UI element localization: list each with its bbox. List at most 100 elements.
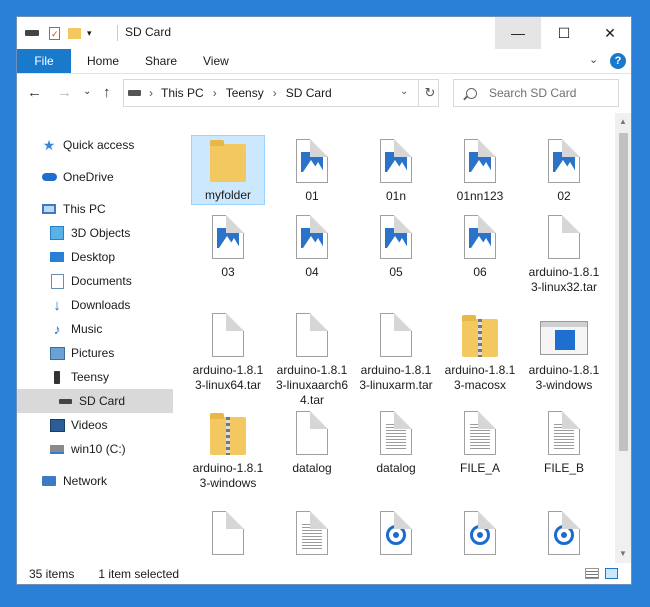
sidebar-item-teensy[interactable]: Teensy — [17, 365, 173, 389]
search-input[interactable]: Search SD Card — [489, 86, 576, 100]
drive-icon — [25, 30, 39, 36]
address-dropdown-icon[interactable]: ⌄ — [400, 86, 408, 97]
file-item[interactable]: arduino-1.8.13-windows — [191, 409, 265, 491]
scroll-up-icon[interactable]: ▲ — [619, 117, 627, 126]
title-bar: ✓ ▾ SD Card — ☐ ✕ — [17, 17, 631, 49]
sidebar-item-label: Teensy — [71, 370, 110, 384]
sidebar-item-label: Documents — [71, 274, 132, 288]
file-item[interactable]: arduino-1.8.13-linux64.tar — [191, 311, 265, 393]
disk-icon — [49, 441, 65, 457]
breadcrumb-separator: › — [212, 86, 217, 100]
tab-home[interactable]: Home — [87, 49, 119, 73]
file-name: arduino-1.8.13-windows — [528, 363, 600, 392]
sidebar-item-onedrive[interactable]: OneDrive — [17, 165, 173, 189]
sidebar-item-label: 3D Objects — [71, 226, 131, 240]
file-name: 01nn123 — [456, 189, 504, 203]
file-name: 05 — [389, 265, 403, 279]
drive-icon — [57, 393, 73, 409]
navigation-pane: ★ Quick access OneDrive This PC 3D Objec… — [17, 121, 187, 561]
file-name: datalog — [292, 461, 332, 475]
forward-icon[interactable]: → — [57, 84, 72, 101]
sidebar-item-label: OneDrive — [63, 170, 114, 184]
file-item[interactable]: 01 — [275, 137, 349, 204]
tab-share[interactable]: Share — [145, 49, 177, 73]
sidebar-item-network[interactable]: Network — [17, 469, 173, 493]
file-item[interactable]: datalog — [359, 409, 433, 476]
sidebar-item-label: Pictures — [71, 346, 115, 360]
new-folder-icon[interactable] — [68, 27, 81, 39]
address-bar[interactable]: › This PC › Teensy › SD Card ⌄ ↻ — [123, 79, 439, 107]
zip-folder-icon — [456, 313, 504, 361]
file-item[interactable]: 02 — [527, 137, 601, 204]
device-icon — [49, 369, 65, 385]
file-list: myfolder 01 01n 01nn123 02 03 04 05 06 arduino-1.… — [189, 119, 615, 563]
file-item[interactable]: myfile — [275, 509, 349, 563]
sidebar-item-pictures[interactable]: Pictures — [17, 341, 173, 365]
crumb-teensy[interactable]: Teensy — [226, 86, 264, 100]
scrollbar-thumb[interactable] — [619, 133, 628, 451]
quick-access-toolbar: ✓ ▾ — [25, 25, 92, 41]
file-icon — [288, 313, 336, 361]
zip-folder-icon — [204, 411, 252, 459]
sidebar-item-win10[interactable]: win10 (C:) — [17, 437, 173, 461]
maximize-button[interactable]: ☐ — [541, 17, 587, 49]
sidebar-item-downloads[interactable]: ↓ Downloads — [17, 293, 173, 317]
file-item[interactable]: 06 — [443, 213, 517, 280]
refresh-button[interactable]: ↻ — [418, 80, 441, 106]
file-item[interactable]: 03 — [191, 213, 265, 280]
cloud-icon — [41, 169, 57, 185]
customize-toolbar-icon[interactable]: ▾ — [87, 28, 92, 39]
file-item[interactable]: myfolder — [191, 135, 265, 205]
file-item[interactable]: 01nn123 — [443, 137, 517, 204]
file-item[interactable]: mtpindex — [191, 509, 265, 563]
breadcrumb-separator: › — [272, 86, 277, 100]
help-icon[interactable]: ? — [610, 53, 626, 69]
file-item[interactable]: arduino-1.8.13-windows — [527, 311, 601, 393]
sidebar-item-desktop[interactable]: Desktop — [17, 245, 173, 269]
properties-icon[interactable]: ✓ — [49, 26, 60, 40]
title-separator — [117, 25, 118, 41]
up-icon[interactable]: ↑ — [103, 84, 111, 101]
back-icon[interactable]: ← — [27, 84, 42, 101]
file-item[interactable]: FILE_A — [443, 409, 517, 476]
close-button[interactable]: ✕ — [587, 17, 631, 49]
vertical-scrollbar[interactable]: ▲ ▼ — [615, 113, 631, 563]
sidebar-item-videos[interactable]: Videos — [17, 413, 173, 437]
file-item[interactable]: num2 — [443, 509, 517, 563]
file-icon — [540, 215, 588, 263]
file-item[interactable]: 01n — [359, 137, 433, 204]
expand-ribbon-icon[interactable]: ⌄ — [589, 53, 598, 66]
file-item[interactable]: num3 — [527, 509, 601, 563]
file-item[interactable]: FILE_B — [527, 409, 601, 476]
sidebar-item-sd-card[interactable]: SD Card — [17, 389, 173, 413]
minimize-button[interactable]: — — [495, 17, 541, 49]
sidebar-item-3d-objects[interactable]: 3D Objects — [17, 221, 173, 245]
tab-view[interactable]: View — [203, 49, 229, 73]
file-item[interactable]: num1 — [359, 509, 433, 563]
file-item[interactable]: arduino-1.8.13-macosx — [443, 311, 517, 393]
file-item[interactable]: arduino-1.8.13-linux32.tar — [527, 213, 601, 295]
file-name: 04 — [305, 265, 319, 279]
file-item[interactable]: 05 — [359, 213, 433, 280]
file-item[interactable]: datalog — [275, 409, 349, 476]
search-box[interactable]: Search SD Card — [453, 79, 619, 107]
sidebar-item-documents[interactable]: Documents — [17, 269, 173, 293]
large-icons-view-icon[interactable] — [605, 568, 618, 579]
crumb-sd-card[interactable]: SD Card — [286, 86, 332, 100]
sidebar-item-quick-access[interactable]: ★ Quick access — [17, 133, 173, 157]
file-item[interactable]: 04 — [275, 213, 349, 280]
sidebar-item-label: Quick access — [63, 138, 135, 152]
window-title: SD Card — [125, 25, 172, 39]
file-name: 02 — [557, 189, 571, 203]
file-item[interactable]: arduino-1.8.13-linuxarm.tar — [359, 311, 433, 393]
file-name: arduino-1.8.13-windows — [192, 461, 264, 490]
sidebar-item-music[interactable]: ♪ Music — [17, 317, 173, 341]
recent-locations-icon[interactable]: ⌄ — [83, 86, 91, 97]
scroll-down-icon[interactable]: ▼ — [619, 549, 627, 558]
sidebar-item-this-pc[interactable]: This PC — [17, 197, 173, 221]
details-view-icon[interactable] — [585, 568, 599, 579]
tab-file[interactable]: File — [17, 49, 71, 73]
file-item[interactable]: arduino-1.8.13-linuxaarch64.tar — [275, 311, 349, 408]
file-name: FILE_B — [543, 461, 585, 475]
crumb-this-pc[interactable]: This PC — [161, 86, 204, 100]
